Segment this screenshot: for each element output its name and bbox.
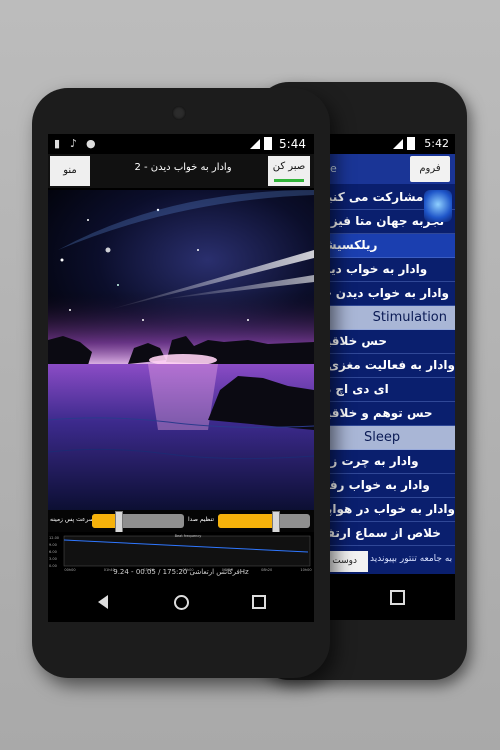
list-item[interactable]: وادار به خواب دیدن - 2 xyxy=(312,282,455,306)
app-notification-icon: ▮ xyxy=(54,137,61,150)
back-phone-screen: 5:42 e فروم مشارکت می کنید؟ تجربه جهان مت… xyxy=(312,134,455,574)
status-time: 5:42 xyxy=(424,137,449,150)
volume-slider[interactable] xyxy=(218,511,310,533)
battery-icon xyxy=(264,137,272,150)
list-item[interactable]: خلاص از سماع ارتفاع xyxy=(312,522,455,546)
list-item[interactable]: وادار به فعالیت مغزی بیش xyxy=(312,354,455,378)
back-bottom-bar: دوست دا به جامعه تنتور بپیوندید xyxy=(312,549,455,574)
android-icon: ● xyxy=(86,137,96,150)
signal-icon xyxy=(250,139,260,149)
y-tick-label: 9.00 xyxy=(49,543,57,547)
graph-title: Beat frequency xyxy=(175,534,202,538)
back-status-bar: 5:42 xyxy=(312,134,455,154)
menu-button[interactable]: منو xyxy=(50,156,90,186)
earpiece-speaker xyxy=(172,106,186,120)
session-title: وادار به خواب دیدن - 2 xyxy=(134,162,232,173)
frequency-info: فرکانس ارتعاشی 175:20 / 00.05 - 9.24Hz xyxy=(113,568,249,576)
back-icon[interactable] xyxy=(98,595,108,609)
list-item[interactable]: وادار به خواب در هواپیما xyxy=(312,498,455,522)
brain-logo-icon xyxy=(424,190,452,222)
status-time: 5:44 xyxy=(279,137,306,151)
recent-apps-icon[interactable] xyxy=(390,590,405,605)
header-partial-text: e xyxy=(330,162,337,175)
list-item[interactable]: ای دی اچ دی xyxy=(312,378,455,402)
wait-button[interactable]: صبر کن xyxy=(268,156,310,186)
list-item[interactable]: وادار به خواب رفتن xyxy=(312,474,455,498)
front-phone-screen: ▮ ♪ ● 5:44 منو وادار به خواب دیدن - 2 صب… xyxy=(48,134,314,622)
background-speed-slider[interactable] xyxy=(92,511,184,533)
background-speed-thumb[interactable] xyxy=(114,511,123,533)
back-nav-bar: ○ xyxy=(312,574,455,620)
forum-button[interactable]: فروم xyxy=(410,156,450,182)
wait-button-label: صبر کن xyxy=(272,161,306,172)
battery-icon xyxy=(407,137,415,150)
y-tick-label: 3.00 xyxy=(49,557,57,561)
background-speed-label: سرعت پس زمینه xyxy=(50,516,94,523)
playback-controls: سرعت پس زمینه تنظیم صدا xyxy=(48,510,314,533)
list-item[interactable]: وادار به خواب دیدن xyxy=(312,258,455,282)
music-note-icon: ♪ xyxy=(70,137,78,150)
list-item[interactable]: حس خلاقیت xyxy=(312,330,455,354)
recent-apps-icon[interactable] xyxy=(252,595,266,609)
galaxy-lake-scene xyxy=(48,190,314,510)
list-category: Stimulation xyxy=(312,306,455,330)
program-list: مشارکت می کنید؟ تجربه جهان متا فیزیک ریلکس… xyxy=(312,186,455,546)
y-tick-label: 12.00 xyxy=(49,536,59,540)
y-tick-label: 6.00 xyxy=(49,550,57,554)
signal-icon xyxy=(393,139,403,149)
title-bar: منو وادار به خواب دیدن - 2 صبر کن xyxy=(48,154,314,188)
wait-progress-bar xyxy=(274,179,304,182)
home-icon[interactable] xyxy=(174,595,189,610)
list-category: Sleep xyxy=(312,426,455,450)
list-item[interactable]: حس توهم و خلاقیت xyxy=(312,402,455,426)
volume-label: تنظیم صدا xyxy=(188,516,215,523)
join-community-text[interactable]: به جامعه تنتور بپیوندید xyxy=(370,554,452,564)
back-header: e فروم xyxy=(312,154,455,184)
front-nav-bar xyxy=(48,582,314,622)
volume-thumb[interactable] xyxy=(272,511,281,533)
volume-fill xyxy=(218,514,276,528)
list-item[interactable]: وادار به چرت زدن xyxy=(312,450,455,474)
list-item[interactable]: ریلکسیشن xyxy=(312,234,455,258)
front-status-bar: ▮ ♪ ● 5:44 xyxy=(48,134,314,154)
